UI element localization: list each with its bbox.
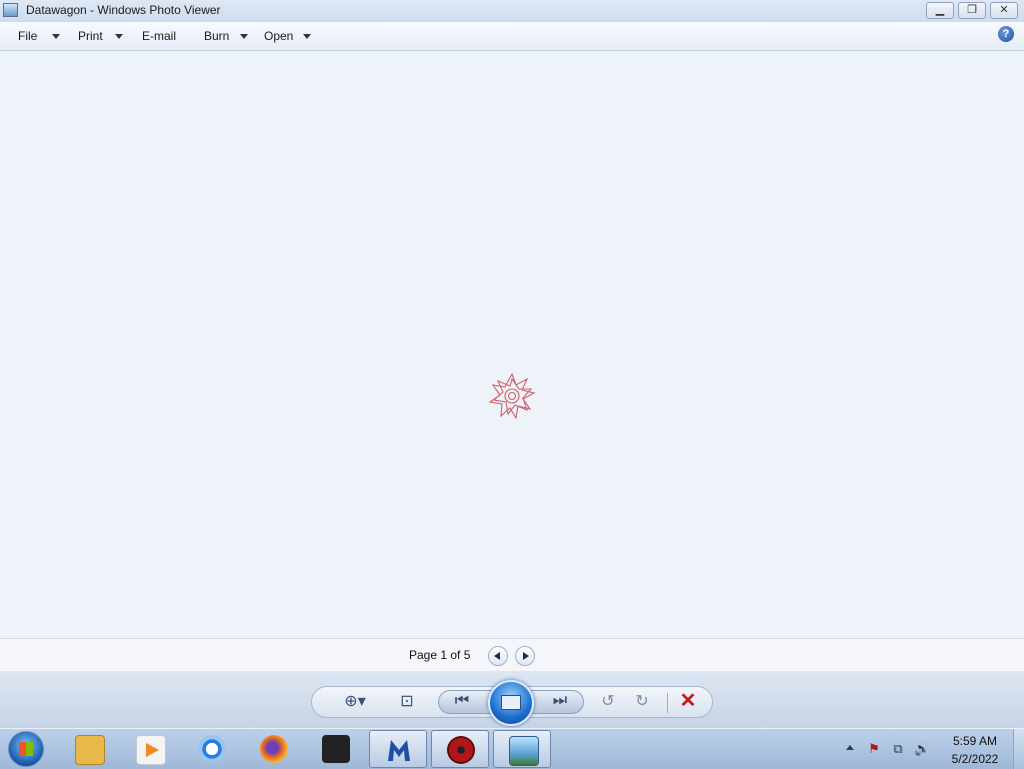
photo-viewer-icon: [509, 736, 539, 766]
slideshow-icon: [501, 695, 521, 710]
file-explorer-icon: [75, 735, 105, 765]
toolbar-separator: [667, 693, 668, 713]
clock-date: 5/2/2022: [951, 752, 999, 766]
maximize-button[interactable]: ❐: [958, 2, 986, 19]
next-page-icon: [523, 652, 529, 660]
slideshow-button[interactable]: [488, 680, 534, 726]
taskbar-media-player[interactable]: [121, 730, 179, 768]
photo-viewer-app-icon[interactable]: [3, 3, 18, 17]
page-indicator: Page 1 of 5: [409, 648, 471, 662]
menu-bar: File Print E-mail Burn Open ?: [0, 22, 1024, 51]
window-title: Datawagon - Windows Photo Viewer: [26, 3, 221, 17]
media-player-icon: [136, 735, 166, 765]
taskbar-photo-viewer[interactable]: [493, 730, 551, 768]
file-dropdown-icon[interactable]: [52, 34, 60, 39]
menu-open[interactable]: Open: [264, 29, 293, 43]
taskbar: ⚑ ⧉ 🔊 5:59 AM 5/2/2022: [0, 728, 1024, 769]
menu-print[interactable]: Print: [78, 29, 103, 43]
taskbar-malwarebytes[interactable]: [369, 730, 427, 768]
zoom-icon[interactable]: ⊕▾: [338, 693, 372, 711]
delete-icon[interactable]: ✕: [678, 691, 698, 711]
rotate-clockwise-icon[interactable]: ↻: [632, 693, 652, 711]
malwarebytes-icon: [385, 736, 413, 764]
radiation-app-icon: [447, 736, 475, 764]
start-button[interactable]: [8, 731, 44, 767]
taskbar-mpc-be[interactable]: [307, 730, 365, 768]
network-icon[interactable]: ⧉: [890, 741, 906, 757]
show-desktop-button[interactable]: [1013, 729, 1024, 769]
prev-page-icon: [494, 652, 500, 660]
taskbar-radiation-app[interactable]: [431, 730, 489, 768]
close-button[interactable]: ✕: [990, 2, 1018, 19]
previous-image-icon[interactable]: ⏮: [452, 692, 472, 710]
page-navigation-bar: Page 1 of 5: [0, 638, 1024, 672]
mpc-be-icon: [322, 735, 350, 763]
show-hidden-icons[interactable]: [846, 745, 854, 750]
taskbar-file-explorer[interactable]: [60, 730, 118, 768]
open-dropdown-icon[interactable]: [303, 34, 311, 39]
print-dropdown-icon[interactable]: [115, 34, 123, 39]
image-viewer-area: [0, 51, 1024, 638]
chrome-icon: [198, 735, 226, 763]
taskbar-chrome[interactable]: [183, 730, 241, 768]
menu-file[interactable]: File: [18, 29, 37, 43]
burn-dropdown-icon[interactable]: [240, 34, 248, 39]
clock-time: 5:59 AM: [952, 734, 998, 748]
menu-email[interactable]: E-mail: [142, 29, 176, 43]
menu-burn[interactable]: Burn: [204, 29, 229, 43]
minimize-button[interactable]: ▁: [926, 2, 954, 19]
help-icon[interactable]: ?: [998, 26, 1014, 42]
taskbar-firefox[interactable]: [245, 730, 303, 768]
next-page-button[interactable]: [515, 646, 535, 666]
volume-icon[interactable]: 🔊: [914, 741, 930, 757]
system-clock[interactable]: 5:59 AM 5/2/2022: [940, 733, 1010, 767]
action-center-flag-icon[interactable]: ⚑: [866, 741, 882, 757]
rotate-counterclockwise-icon[interactable]: ↺: [598, 693, 618, 711]
bottom-toolbar: ⊕▾ ⊡ ⏮ ⏭ ↺ ↻ ✕: [0, 671, 1024, 728]
prev-page-button[interactable]: [488, 646, 508, 666]
firefox-icon: [260, 735, 288, 763]
next-image-icon[interactable]: ⏭: [550, 692, 570, 710]
title-bar: Datawagon - Windows Photo Viewer ▁ ❐ ✕: [0, 0, 1024, 23]
fit-window-icon[interactable]: ⊡: [397, 693, 417, 711]
loading-star-icon: [488, 373, 536, 419]
windows-logo-icon: [19, 742, 33, 756]
